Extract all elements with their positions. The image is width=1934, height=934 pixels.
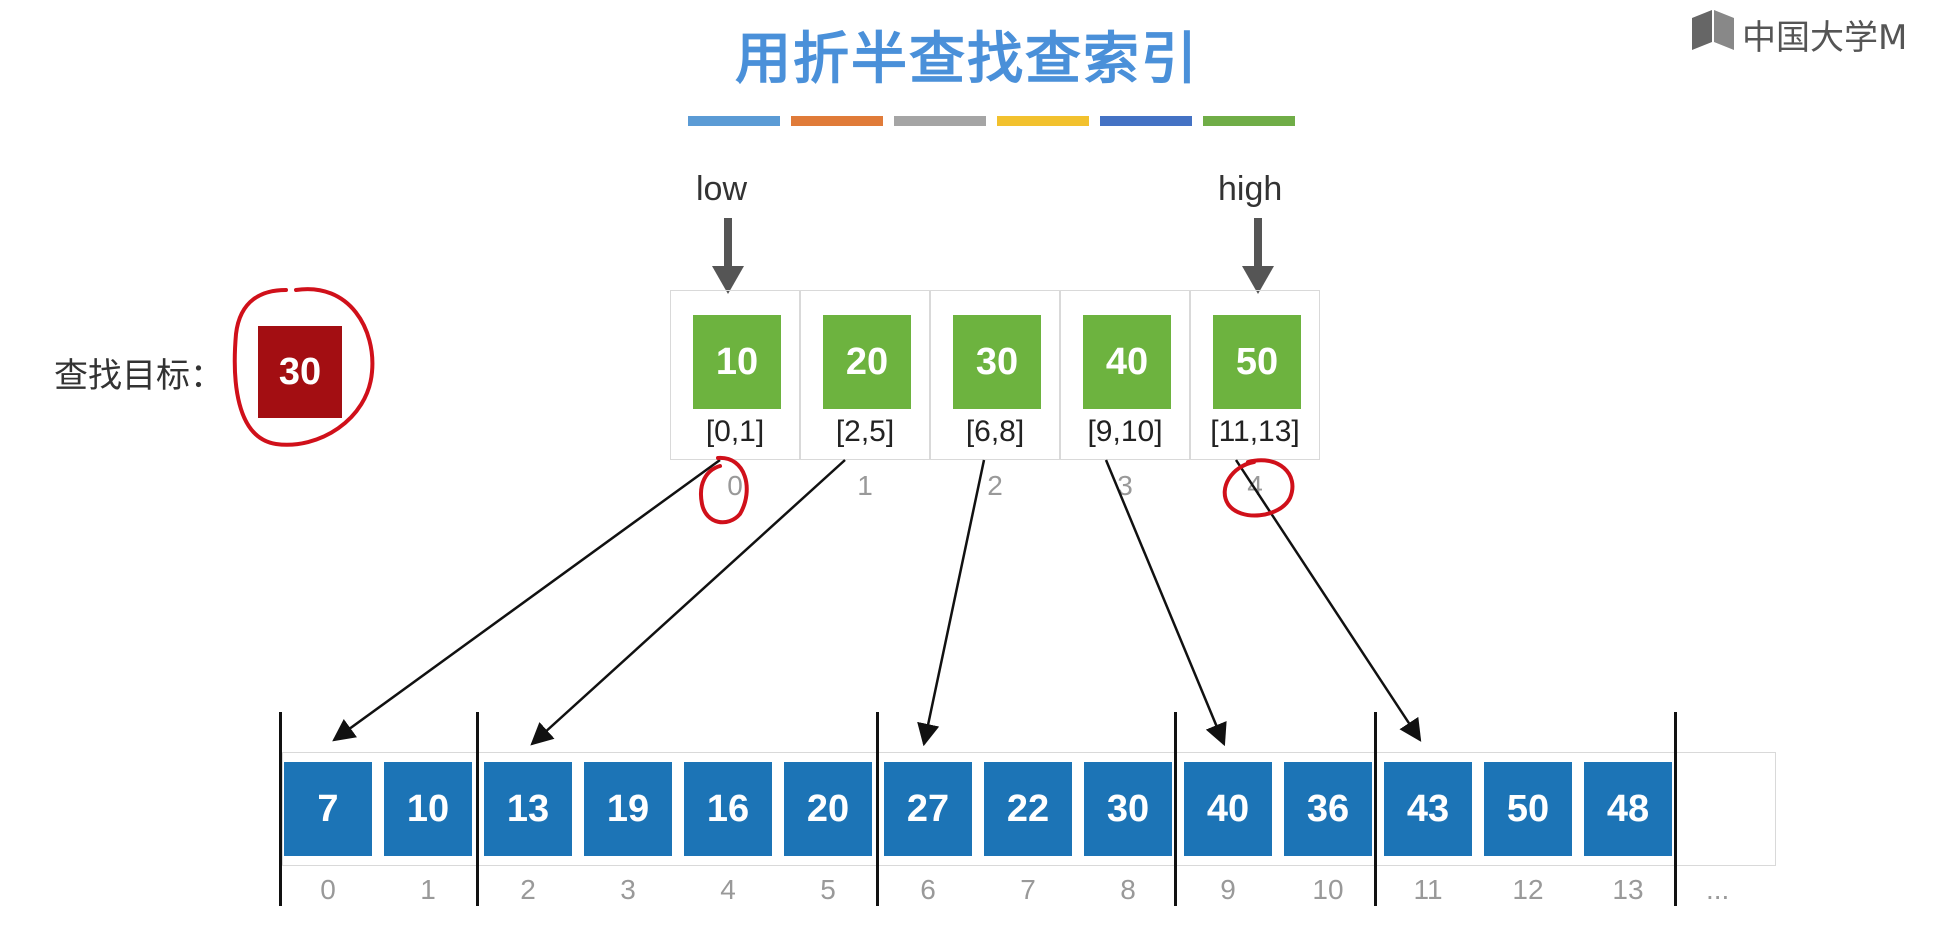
high-index-circle-icon — [1222, 458, 1295, 518]
arrow-block-2 — [917, 459, 986, 747]
diagram-overlay — [232, 287, 1422, 747]
arrow-block-3 — [1104, 459, 1227, 747]
block-pointer-arrows — [332, 458, 1422, 747]
target-circle-icon — [232, 287, 375, 447]
annotation-circles — [232, 287, 1295, 525]
arrow-block-1 — [530, 459, 846, 746]
arrow-block-0 — [332, 458, 721, 742]
arrow-block-4 — [1234, 459, 1422, 742]
